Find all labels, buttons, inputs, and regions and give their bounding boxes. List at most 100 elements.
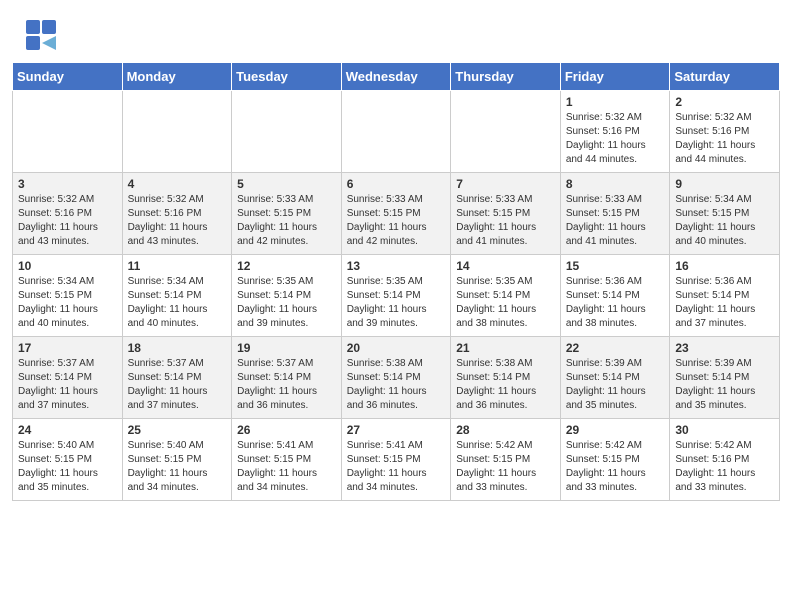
day-info: Sunrise: 5:33 AM Sunset: 5:15 PM Dayligh… [237,193,336,249]
calendar-cell [13,91,123,173]
calendar-cell [232,91,342,173]
day-number: 6 [347,177,446,191]
calendar-week-3: 10 Sunrise: 5:34 AM Sunset: 5:15 PM Dayli… [13,255,780,337]
day-number: 28 [456,423,555,437]
day-number: 3 [18,177,117,191]
calendar-cell: 30 Sunrise: 5:42 AM Sunset: 5:16 PM Dayli… [670,419,780,501]
calendar-cell: 25 Sunrise: 5:40 AM Sunset: 5:15 PM Dayli… [122,419,232,501]
calendar-table: SundayMondayTuesdayWednesdayThursdayFrid… [12,62,780,501]
day-number: 22 [566,341,665,355]
day-info: Sunrise: 5:35 AM Sunset: 5:14 PM Dayligh… [237,275,336,331]
page-header [0,0,792,62]
day-number: 9 [675,177,774,191]
day-number: 24 [18,423,117,437]
day-number: 23 [675,341,774,355]
day-info: Sunrise: 5:36 AM Sunset: 5:14 PM Dayligh… [566,275,665,331]
day-number: 26 [237,423,336,437]
day-number: 27 [347,423,446,437]
day-number: 12 [237,259,336,273]
logo [24,18,62,54]
day-info: Sunrise: 5:32 AM Sunset: 5:16 PM Dayligh… [128,193,227,249]
calendar-cell: 3 Sunrise: 5:32 AM Sunset: 5:16 PM Daylig… [13,173,123,255]
calendar-cell: 1 Sunrise: 5:32 AM Sunset: 5:16 PM Daylig… [560,91,670,173]
day-number: 4 [128,177,227,191]
calendar-cell: 11Sunrise: 5:34 AM Sunset: 5:14 PM Dayli… [122,255,232,337]
day-info: Sunrise: 5:35 AM Sunset: 5:14 PM Dayligh… [347,275,446,331]
day-info: Sunrise: 5:38 AM Sunset: 5:14 PM Dayligh… [456,357,555,413]
day-number: 17 [18,341,117,355]
calendar-cell: 19Sunrise: 5:37 AM Sunset: 5:14 PM Dayli… [232,337,342,419]
day-number: 10 [18,259,117,273]
day-number: 16 [675,259,774,273]
calendar-cell: 26 Sunrise: 5:41 AM Sunset: 5:15 PM Dayli… [232,419,342,501]
day-info: Sunrise: 5:32 AM Sunset: 5:16 PM Dayligh… [566,111,665,167]
day-number: 25 [128,423,227,437]
calendar-cell: 7 Sunrise: 5:33 AM Sunset: 5:15 PM Daylig… [451,173,561,255]
calendar-cell: 17 Sunrise: 5:37 AM Sunset: 5:14 PM Dayli… [13,337,123,419]
day-number: 7 [456,177,555,191]
day-info: Sunrise: 5:36 AM Sunset: 5:14 PM Dayligh… [675,275,774,331]
calendar-week-5: 24 Sunrise: 5:40 AM Sunset: 5:15 PM Dayli… [13,419,780,501]
calendar-cell: 29 Sunrise: 5:42 AM Sunset: 5:15 PM Dayli… [560,419,670,501]
day-header-sunday: Sunday [13,63,123,91]
calendar-week-1: 1 Sunrise: 5:32 AM Sunset: 5:16 PM Daylig… [13,91,780,173]
day-info: Sunrise: 5:40 AM Sunset: 5:15 PM Dayligh… [18,439,117,495]
calendar-header-row: SundayMondayTuesdayWednesdayThursdayFrid… [13,63,780,91]
day-info: Sunrise: 5:42 AM Sunset: 5:16 PM Dayligh… [675,439,774,495]
day-header-thursday: Thursday [451,63,561,91]
calendar-cell: 16 Sunrise: 5:36 AM Sunset: 5:14 PM Dayli… [670,255,780,337]
day-info: Sunrise: 5:34 AM Sunset: 5:15 PM Dayligh… [18,275,117,331]
day-number: 30 [675,423,774,437]
day-number: 21 [456,341,555,355]
calendar-cell: 10 Sunrise: 5:34 AM Sunset: 5:15 PM Dayli… [13,255,123,337]
day-info: Sunrise: 5:33 AM Sunset: 5:15 PM Dayligh… [347,193,446,249]
day-info: Sunrise: 5:32 AM Sunset: 5:16 PM Dayligh… [18,193,117,249]
calendar-week-2: 3 Sunrise: 5:32 AM Sunset: 5:16 PM Daylig… [13,173,780,255]
calendar-week-4: 17 Sunrise: 5:37 AM Sunset: 5:14 PM Dayli… [13,337,780,419]
calendar-cell: 22 Sunrise: 5:39 AM Sunset: 5:14 PM Dayli… [560,337,670,419]
calendar-cell: 4 Sunrise: 5:32 AM Sunset: 5:16 PM Daylig… [122,173,232,255]
day-number: 1 [566,95,665,109]
calendar-cell: 20 Sunrise: 5:38 AM Sunset: 5:14 PM Dayli… [341,337,451,419]
day-info: Sunrise: 5:37 AM Sunset: 5:14 PM Dayligh… [18,357,117,413]
day-info: Sunrise: 5:35 AM Sunset: 5:14 PM Dayligh… [456,275,555,331]
calendar-cell: 5 Sunrise: 5:33 AM Sunset: 5:15 PM Daylig… [232,173,342,255]
day-header-monday: Monday [122,63,232,91]
day-info: Sunrise: 5:40 AM Sunset: 5:15 PM Dayligh… [128,439,227,495]
day-number: 20 [347,341,446,355]
calendar-cell: 9 Sunrise: 5:34 AM Sunset: 5:15 PM Daylig… [670,173,780,255]
day-number: 11 [128,259,227,273]
day-info: Sunrise: 5:33 AM Sunset: 5:15 PM Dayligh… [566,193,665,249]
calendar-cell: 14 Sunrise: 5:35 AM Sunset: 5:14 PM Dayli… [451,255,561,337]
day-number: 18 [128,341,227,355]
day-header-tuesday: Tuesday [232,63,342,91]
calendar-cell: 13 Sunrise: 5:35 AM Sunset: 5:14 PM Dayli… [341,255,451,337]
day-info: Sunrise: 5:38 AM Sunset: 5:14 PM Dayligh… [347,357,446,413]
calendar-cell: 23 Sunrise: 5:39 AM Sunset: 5:14 PM Dayli… [670,337,780,419]
day-header-wednesday: Wednesday [341,63,451,91]
day-info: Sunrise: 5:33 AM Sunset: 5:15 PM Dayligh… [456,193,555,249]
day-info: Sunrise: 5:41 AM Sunset: 5:15 PM Dayligh… [237,439,336,495]
calendar-cell: 18 Sunrise: 5:37 AM Sunset: 5:14 PM Dayli… [122,337,232,419]
day-info: Sunrise: 5:39 AM Sunset: 5:14 PM Dayligh… [675,357,774,413]
day-info: Sunrise: 5:34 AM Sunset: 5:15 PM Dayligh… [675,193,774,249]
calendar-cell: 28 Sunrise: 5:42 AM Sunset: 5:15 PM Dayli… [451,419,561,501]
calendar-cell: 8Sunrise: 5:33 AM Sunset: 5:15 PM Daylig… [560,173,670,255]
calendar-body: 1 Sunrise: 5:32 AM Sunset: 5:16 PM Daylig… [13,91,780,501]
day-number: 13 [347,259,446,273]
day-number: 2 [675,95,774,109]
calendar-cell [341,91,451,173]
day-header-saturday: Saturday [670,63,780,91]
day-number: 19 [237,341,336,355]
day-info: Sunrise: 5:42 AM Sunset: 5:15 PM Dayligh… [566,439,665,495]
calendar-cell [451,91,561,173]
calendar-cell: 21 Sunrise: 5:38 AM Sunset: 5:14 PM Dayli… [451,337,561,419]
day-number: 14 [456,259,555,273]
day-number: 29 [566,423,665,437]
calendar-cell: 6 Sunrise: 5:33 AM Sunset: 5:15 PM Daylig… [341,173,451,255]
day-info: Sunrise: 5:42 AM Sunset: 5:15 PM Dayligh… [456,439,555,495]
day-info: Sunrise: 5:39 AM Sunset: 5:14 PM Dayligh… [566,357,665,413]
day-number: 5 [237,177,336,191]
calendar-cell: 12 Sunrise: 5:35 AM Sunset: 5:14 PM Dayli… [232,255,342,337]
day-info: Sunrise: 5:37 AM Sunset: 5:14 PM Dayligh… [128,357,227,413]
